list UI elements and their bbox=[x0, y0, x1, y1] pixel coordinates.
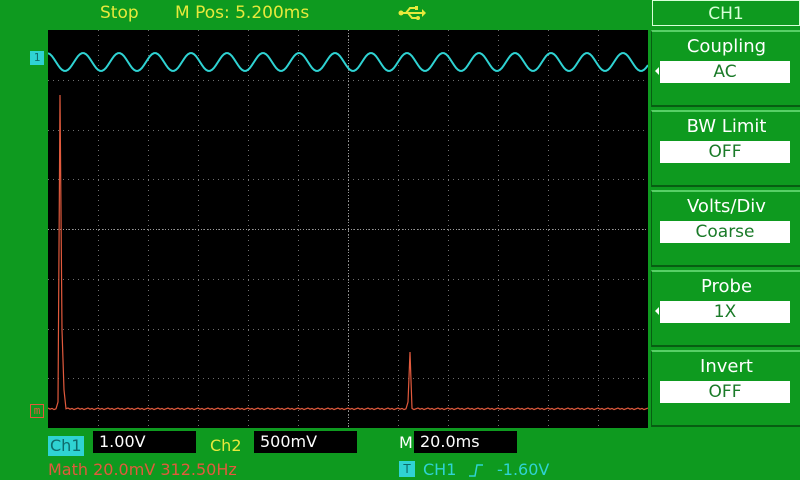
rising-edge-icon bbox=[469, 464, 483, 477]
menu-arrow-icon bbox=[655, 307, 659, 315]
ch2-label: Ch2 bbox=[210, 436, 242, 455]
menu-item-value[interactable]: AC bbox=[660, 61, 790, 83]
run-state: Stop bbox=[100, 3, 139, 23]
menu-item-value[interactable]: OFF bbox=[660, 381, 790, 403]
ch1-level-marker[interactable]: 1 bbox=[30, 51, 44, 65]
menu-title: CH1 bbox=[652, 0, 800, 26]
ch1-scale[interactable]: 1.00V bbox=[93, 431, 196, 453]
menu-item-label: BW Limit bbox=[686, 116, 767, 137]
graticule bbox=[48, 30, 648, 428]
menu-item-value[interactable]: Coarse bbox=[660, 221, 790, 243]
menu-item-coupling[interactable]: Coupling AC bbox=[651, 30, 800, 107]
timebase-value[interactable]: 20.0ms bbox=[414, 431, 517, 453]
menu-item-label: Volts/Div bbox=[687, 196, 766, 217]
trigger-level: -1.60V bbox=[497, 460, 550, 479]
menu-item-label: Invert bbox=[700, 356, 753, 377]
menu-item-label: Coupling bbox=[686, 36, 767, 57]
waveform-display bbox=[48, 30, 648, 428]
ch1-label: Ch1 bbox=[48, 436, 84, 456]
usb-icon bbox=[398, 6, 426, 20]
main-position-readout: M Pos: 5.200ms bbox=[175, 3, 310, 23]
timebase-label: M bbox=[399, 433, 413, 452]
menu-item-value[interactable]: 1X bbox=[660, 301, 790, 323]
menu-item-invert[interactable]: Invert OFF bbox=[651, 350, 800, 427]
menu-arrow-icon bbox=[655, 67, 659, 75]
menu-item-probe[interactable]: Probe 1X bbox=[651, 270, 800, 347]
trigger-badge: T bbox=[399, 461, 415, 477]
menu-item-bw-limit[interactable]: BW Limit OFF bbox=[651, 110, 800, 187]
math-level-marker[interactable]: m bbox=[30, 404, 44, 418]
menu-item-label: Probe bbox=[700, 276, 753, 297]
math-readout: Math 20.0mV 312.50Hz bbox=[48, 460, 237, 479]
trigger-source: CH1 bbox=[423, 460, 457, 479]
menu-item-value[interactable]: OFF bbox=[660, 141, 790, 163]
menu-item-volts-div[interactable]: Volts/Div Coarse bbox=[651, 190, 800, 267]
ch2-scale[interactable]: 500mV bbox=[254, 431, 357, 453]
